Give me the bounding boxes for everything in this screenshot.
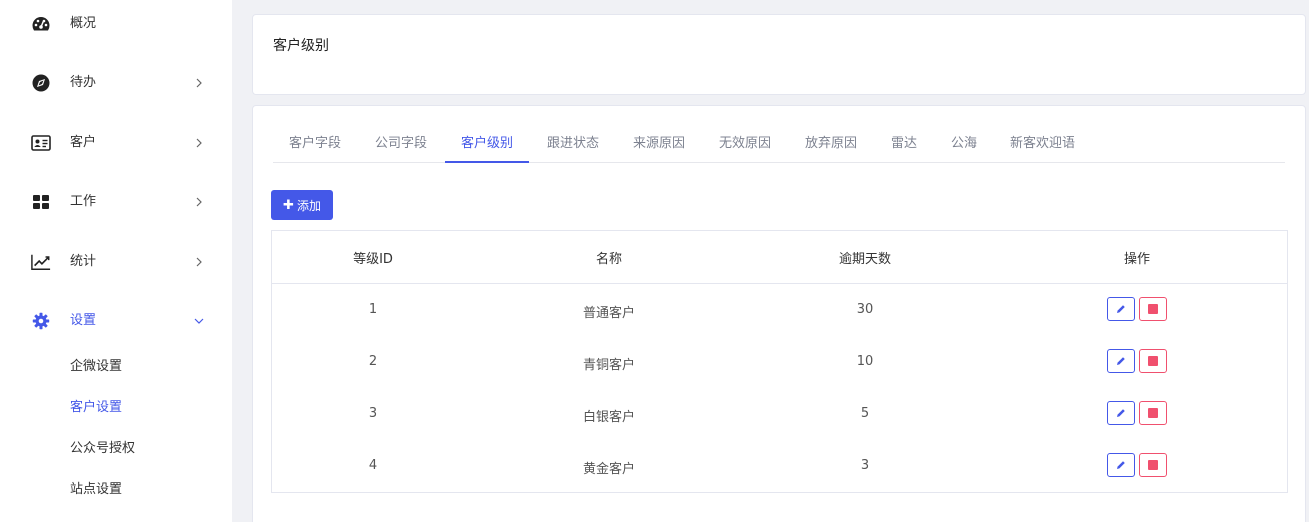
tab-customer-fields[interactable]: 客户字段 bbox=[289, 132, 341, 163]
tab-radar[interactable]: 雷达 bbox=[891, 132, 917, 163]
active-tab-indicator bbox=[445, 161, 529, 163]
row-actions bbox=[1107, 453, 1167, 477]
chevron-down-icon bbox=[194, 313, 204, 329]
cell-name: 白银客户 bbox=[582, 410, 636, 425]
row-actions bbox=[1107, 401, 1167, 425]
gear-icon bbox=[31, 312, 51, 330]
pencil-icon bbox=[1117, 305, 1125, 313]
sidebar-item-settings[interactable]: 设置 bbox=[0, 301, 232, 341]
dashboard-icon bbox=[31, 15, 51, 33]
cell-level-id: 2 bbox=[368, 354, 378, 369]
grid-icon bbox=[31, 193, 51, 211]
chevron-right-icon bbox=[194, 194, 204, 210]
submenu-item-site-settings[interactable]: 站点设置 bbox=[0, 474, 232, 506]
cell-name: 普通客户 bbox=[582, 306, 636, 321]
tab-customer-level[interactable]: 客户级别 bbox=[461, 132, 513, 163]
submenu-item-official-account-auth[interactable]: 公众号授权 bbox=[0, 433, 232, 465]
pencil-icon bbox=[1117, 409, 1125, 417]
sidebar-item-label: 统计 bbox=[70, 254, 97, 269]
cell-name: 黄金客户 bbox=[582, 462, 636, 477]
table-row: 1 普通客户 30 bbox=[272, 284, 1287, 336]
cell-level-id: 4 bbox=[368, 458, 378, 473]
cell-level-id: 1 bbox=[368, 302, 378, 317]
edit-button[interactable] bbox=[1107, 349, 1135, 373]
stop-square-icon bbox=[1148, 460, 1158, 470]
sidebar-item-label: 待办 bbox=[70, 75, 97, 90]
submenu-item-label: 站点设置 bbox=[70, 482, 123, 497]
page-header-card: 客户级别 bbox=[252, 14, 1306, 95]
table-row: 3 白银客户 5 bbox=[272, 388, 1287, 440]
cell-overdue-days: 30 bbox=[856, 302, 874, 317]
sidebar-item-label: 概况 bbox=[70, 16, 97, 31]
tab-welcome-message[interactable]: 新客欢迎语 bbox=[1010, 132, 1075, 163]
cell-level-id: 3 bbox=[368, 406, 378, 421]
cell-name: 青铜客户 bbox=[582, 358, 636, 373]
customer-level-table: 等级ID 名称 逾期天数 操作 1 普通客户 30 2 青铜客户 10 3 白银… bbox=[271, 230, 1288, 493]
sidebar-item-label: 设置 bbox=[70, 313, 97, 328]
pencil-icon bbox=[1117, 357, 1125, 365]
sidebar-item-label: 客户 bbox=[70, 135, 97, 150]
submenu-item-label: 客户设置 bbox=[70, 400, 123, 415]
line-chart-icon bbox=[31, 253, 51, 271]
main-card: 客户字段 公司字段 客户级别 跟进状态 来源原因 无效原因 放弃原因 雷达 公海… bbox=[252, 105, 1306, 522]
page-title: 客户级别 bbox=[273, 38, 329, 54]
delete-button[interactable] bbox=[1139, 297, 1167, 321]
tab-company-fields[interactable]: 公司字段 bbox=[375, 132, 427, 163]
submenu-item-label: 企微设置 bbox=[70, 359, 123, 374]
cell-overdue-days: 3 bbox=[860, 458, 870, 473]
edit-button[interactable] bbox=[1107, 401, 1135, 425]
tab-source-reason[interactable]: 来源原因 bbox=[633, 132, 685, 163]
chevron-right-icon bbox=[194, 75, 204, 91]
compass-icon bbox=[31, 74, 51, 92]
settings-tabs: 客户字段 公司字段 客户级别 跟进状态 来源原因 无效原因 放弃原因 雷达 公海… bbox=[273, 128, 1285, 163]
row-actions bbox=[1107, 297, 1167, 321]
cell-overdue-days: 10 bbox=[856, 354, 874, 369]
tab-invalid-reason[interactable]: 无效原因 bbox=[719, 132, 771, 163]
tab-follow-status[interactable]: 跟进状态 bbox=[547, 132, 599, 163]
add-button-label: 添加 bbox=[296, 198, 321, 213]
sidebar-item-customers[interactable]: 客户 bbox=[0, 123, 232, 163]
table-header: 等级ID 名称 逾期天数 操作 bbox=[272, 231, 1287, 284]
chevron-right-icon bbox=[194, 135, 204, 151]
submenu-item-label: 公众号授权 bbox=[70, 441, 136, 456]
delete-button[interactable] bbox=[1139, 401, 1167, 425]
table-row: 2 青铜客户 10 bbox=[272, 336, 1287, 388]
column-header-name: 名称 bbox=[595, 252, 623, 267]
stop-square-icon bbox=[1148, 408, 1158, 418]
delete-button[interactable] bbox=[1139, 453, 1167, 477]
column-header-actions: 操作 bbox=[1123, 252, 1151, 267]
table-row: 4 黄金客户 3 bbox=[272, 440, 1287, 492]
add-button[interactable]: ✚ 添加 bbox=[271, 190, 333, 220]
row-actions bbox=[1107, 349, 1167, 373]
submenu-item-customer-settings[interactable]: 客户设置 bbox=[0, 392, 232, 424]
sidebar-item-statistics[interactable]: 统计 bbox=[0, 242, 232, 282]
sidebar: 概况 待办 客户 工作 统计 设置 企微设置 客户设置 公众号授权 站点设置 bbox=[0, 0, 232, 522]
stop-square-icon bbox=[1148, 304, 1158, 314]
pencil-icon bbox=[1117, 461, 1125, 469]
tab-public-pool[interactable]: 公海 bbox=[951, 132, 977, 163]
id-card-icon bbox=[31, 134, 51, 152]
edit-button[interactable] bbox=[1107, 297, 1135, 321]
cell-overdue-days: 5 bbox=[860, 406, 870, 421]
edit-button[interactable] bbox=[1107, 453, 1135, 477]
stop-square-icon bbox=[1148, 356, 1158, 366]
column-header-level-id: 等级ID bbox=[353, 252, 393, 267]
sidebar-item-todo[interactable]: 待办 bbox=[0, 63, 232, 103]
submenu-item-wecom-settings[interactable]: 企微设置 bbox=[0, 351, 232, 383]
chevron-right-icon bbox=[194, 254, 204, 270]
tab-abandon-reason[interactable]: 放弃原因 bbox=[805, 132, 857, 163]
plus-icon: ✚ bbox=[283, 197, 294, 213]
sidebar-item-label: 工作 bbox=[70, 194, 97, 209]
sidebar-item-work[interactable]: 工作 bbox=[0, 182, 232, 222]
delete-button[interactable] bbox=[1139, 349, 1167, 373]
column-header-overdue-days: 逾期天数 bbox=[838, 252, 892, 267]
sidebar-item-overview[interactable]: 概况 bbox=[0, 4, 232, 44]
